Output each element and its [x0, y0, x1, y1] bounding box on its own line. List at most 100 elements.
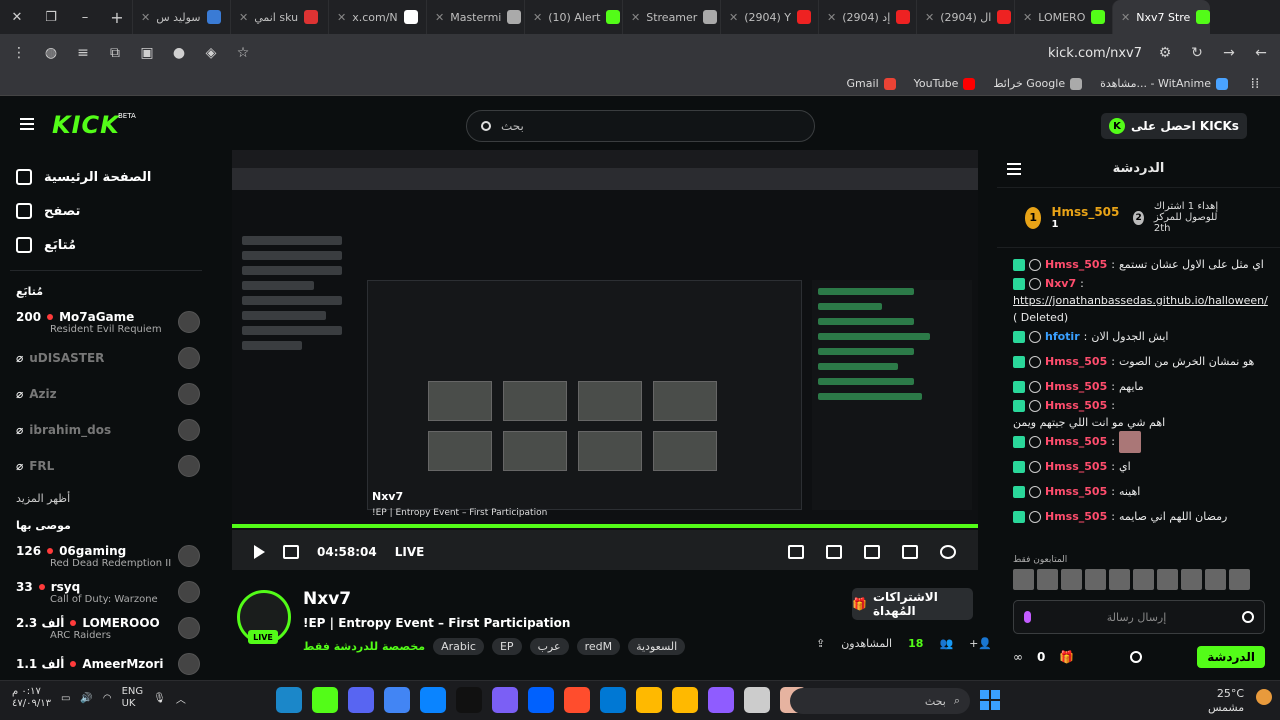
- browser-tab[interactable]: ✕ Nxv7 Stre: [1112, 0, 1210, 34]
- bookmark-star-icon[interactable]: ☆: [234, 45, 252, 61]
- sidebar-channel[interactable]: ⌀ FRL: [0, 448, 212, 484]
- search-input[interactable]: بحث: [466, 110, 815, 142]
- browser-tab[interactable]: ✕ (2904) Y: [720, 0, 818, 34]
- settings-gear-icon[interactable]: [940, 545, 956, 559]
- taskbar-app-icon[interactable]: [564, 687, 590, 713]
- browser-tab[interactable]: ✕ (2904) ال: [916, 0, 1014, 34]
- viewer-avatar[interactable]: [1013, 569, 1034, 590]
- sidebar-channel[interactable]: ⌀ ibrahim_dos: [0, 412, 212, 448]
- stream-tag[interactable]: Arabic: [433, 638, 484, 655]
- close-tab-icon[interactable]: ✕: [925, 11, 934, 24]
- extension-icon[interactable]: ◍: [42, 45, 60, 61]
- video-player[interactable]: Nxv7 !EP | Entropy Event – First Partici…: [232, 150, 978, 570]
- menu-icon[interactable]: ⋮: [10, 45, 28, 61]
- taskbar-app-icon[interactable]: [348, 687, 374, 713]
- bookmark-item[interactable]: YouTube: [914, 77, 976, 90]
- browser-tab[interactable]: ✕ Mastermi: [426, 0, 524, 34]
- stream-tag[interactable]: redM: [576, 638, 621, 655]
- url-field[interactable]: kick.com/nxv7: [1048, 46, 1142, 61]
- mic-tray-icon[interactable]: 🎙: [153, 693, 166, 704]
- weather-widget[interactable]: 25°C مشمس: [1208, 687, 1244, 715]
- viewer-avatar[interactable]: [1109, 569, 1130, 590]
- taskbar-app-icon[interactable]: [420, 687, 446, 713]
- taskbar-app-icon[interactable]: [312, 687, 338, 713]
- extension-icon[interactable]: ▣: [138, 45, 156, 61]
- chat-username[interactable]: Hmss_505: [1045, 399, 1107, 412]
- chat-username[interactable]: Hmss_505: [1045, 510, 1107, 523]
- top-gifter-name[interactable]: Hmss_505: [1051, 205, 1119, 219]
- show-more-link[interactable]: أظهر المزيد: [0, 484, 212, 513]
- taskbar-app-icon[interactable]: [636, 687, 662, 713]
- points-store-icon[interactable]: 🎁: [1059, 650, 1074, 664]
- taskbar-search[interactable]: بحث ⌕: [790, 688, 970, 714]
- close-tab-icon[interactable]: ✕: [337, 11, 346, 24]
- browser-tab[interactable]: ✕ (2904) إد: [818, 0, 916, 34]
- viewer-avatar[interactable]: [1181, 569, 1202, 590]
- battery-icon[interactable]: ▭: [61, 693, 70, 704]
- follow-icon[interactable]: +👤: [969, 637, 992, 650]
- emoji-icon[interactable]: [1242, 611, 1254, 623]
- share-icon[interactable]: ⇪: [816, 637, 825, 650]
- taskbar-app-icon[interactable]: [276, 687, 302, 713]
- restore-window-icon[interactable]: ❐: [34, 0, 68, 34]
- viewer-avatar[interactable]: [1133, 569, 1154, 590]
- viewer-avatar[interactable]: [1037, 569, 1058, 590]
- close-tab-icon[interactable]: ✕: [1023, 11, 1032, 24]
- taskbar-app-icon[interactable]: [672, 687, 698, 713]
- chat-username[interactable]: Hmss_505: [1045, 258, 1107, 271]
- sidebar-channel[interactable]: 200 Mo7aGame Resident Evil Requiem: [0, 304, 212, 340]
- theater-mode-icon[interactable]: [864, 545, 880, 559]
- bookmark-item[interactable]: Gmail: [847, 77, 896, 90]
- taskbar-app-icon[interactable]: [492, 687, 518, 713]
- bookmark-item[interactable]: مشاهدة... - WitAnime: [1100, 77, 1228, 90]
- volume-icon[interactable]: 🔊: [80, 693, 92, 704]
- chat-username[interactable]: Nxv7: [1045, 277, 1076, 290]
- mute-icon[interactable]: [283, 545, 299, 559]
- sidebar-channel[interactable]: 33 rsyq Call of Duty: Warzone: [0, 574, 212, 610]
- clip-icon[interactable]: [826, 545, 842, 559]
- keyboard-layout[interactable]: UK: [122, 698, 144, 710]
- pip-icon[interactable]: [788, 545, 804, 559]
- viewer-avatar[interactable]: [1205, 569, 1226, 590]
- sidebar-nav-item[interactable]: مُتابَع: [0, 228, 212, 262]
- minimize-window-icon[interactable]: –: [68, 0, 102, 34]
- taskbar-app-icon[interactable]: [528, 687, 554, 713]
- forward-icon[interactable]: →: [1220, 45, 1238, 61]
- sidebar-channel[interactable]: ⌀ uDISASTER: [0, 340, 212, 376]
- viewer-avatar[interactable]: [1085, 569, 1106, 590]
- close-tab-icon[interactable]: ✕: [239, 11, 248, 24]
- chat-username[interactable]: Hmss_505: [1045, 460, 1107, 473]
- stream-tag[interactable]: عرب: [529, 638, 569, 655]
- taskbar-app-icon[interactable]: [708, 687, 734, 713]
- close-tab-icon[interactable]: ✕: [729, 11, 738, 24]
- kick-logo[interactable]: KICK: [52, 111, 120, 139]
- close-tab-icon[interactable]: ✕: [1121, 11, 1130, 24]
- stream-tag[interactable]: السعودية: [628, 638, 686, 655]
- browser-tab[interactable]: ✕ (10) Alert: [524, 0, 622, 34]
- puzzle-icon[interactable]: ⧉: [106, 45, 124, 61]
- taskbar-app-icon[interactable]: [456, 687, 482, 713]
- close-tab-icon[interactable]: ✕: [435, 11, 444, 24]
- gift-subs-button[interactable]: 🎁 الاشتراكات المُهداة: [852, 588, 973, 620]
- back-icon[interactable]: ←: [1252, 45, 1270, 61]
- browser-tab[interactable]: ✕ x.com/N: [328, 0, 426, 34]
- viewer-avatar[interactable]: [1229, 569, 1250, 590]
- new-tab-button[interactable]: +: [102, 8, 132, 27]
- sidebar-channel[interactable]: 126 06gaming Red Dead Redemption II: [0, 538, 212, 574]
- sidebar-channel[interactable]: 1.1 ألف AmeerMzori: [0, 646, 212, 680]
- close-tab-icon[interactable]: ✕: [141, 11, 150, 24]
- chat-link[interactable]: https://jonathanbassedas.github.io/hallo…: [1013, 294, 1268, 307]
- chat-username[interactable]: Hmss_505: [1045, 355, 1107, 368]
- viewer-avatar[interactable]: [1157, 569, 1178, 590]
- wifi-icon[interactable]: ◠: [103, 693, 112, 704]
- get-kicks-button[interactable]: K احصل على KICKs: [1101, 113, 1247, 139]
- close-tab-icon[interactable]: ✕: [631, 11, 640, 24]
- language-code[interactable]: ENG: [122, 686, 144, 698]
- close-window-icon[interactable]: ✕: [0, 0, 34, 34]
- chat-username[interactable]: Hmss_505: [1045, 485, 1107, 498]
- browser-tab[interactable]: ✕ Streamer: [622, 0, 720, 34]
- infinity-icon[interactable]: ∞: [1013, 650, 1023, 664]
- sidebar-channel[interactable]: ⌀ Aziz: [0, 376, 212, 412]
- channel-name[interactable]: Nxv7: [303, 589, 351, 609]
- stream-category[interactable]: مخصصة للدردشة فقط: [303, 640, 425, 653]
